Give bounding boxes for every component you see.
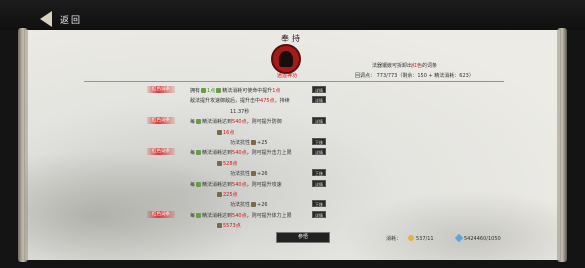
attribute-row: 功法抗性 +25 [230, 139, 268, 146]
row-suffix: ，则可提升击力上限 [246, 150, 292, 157]
attribute-row: 功法抗性 +26 [230, 170, 268, 177]
row-suffix: +26 [257, 202, 268, 209]
row-action-button[interactable]: 详情 [312, 210, 326, 218]
row-action-button[interactable]: 下移 [312, 138, 326, 145]
comprehend-button[interactable]: 参悟 [276, 232, 330, 243]
row-middle: 功法抗性 [230, 140, 251, 146]
row-prefix: 每 [190, 181, 196, 188]
back-label: 返回 [60, 16, 83, 26]
row-action-button[interactable]: 下移 [312, 200, 326, 208]
stat-icon [251, 171, 257, 177]
stat-icon [217, 192, 222, 197]
herb-icon [196, 212, 202, 218]
row-value-red: 540点 [232, 212, 247, 219]
row-suffix: 5573点 [223, 223, 241, 230]
row-middle: 精法消耗达到 [202, 150, 233, 157]
cost-label: 消耗： [386, 236, 402, 242]
row-middle: 精法消耗可使命中提升 [222, 88, 273, 94]
row-suffix: ，则可提升攻速 [246, 181, 282, 188]
row-value-red: 1点 [272, 88, 281, 94]
herb-icon [196, 181, 202, 187]
back-arrow-icon [40, 11, 52, 27]
attribute-row: 拥有 1点 精法消耗可使命中提升1点 [190, 87, 280, 94]
gem-icon [454, 233, 464, 243]
herb-icon [196, 150, 202, 156]
game-screen: 返回 奉持 逍遥神功 法器镶嵌可拆卸出红色的词条 回调点： 773/773（剩余… [0, 0, 585, 268]
gem-cost: 5424460/1050 [454, 233, 501, 243]
row-action-button[interactable]: 详情 [312, 179, 326, 187]
back-button[interactable]: 返回 [40, 10, 86, 28]
row-middle: 功法抗性 [230, 202, 251, 209]
stat-icon [217, 223, 222, 229]
row-suffix: 16点 [223, 129, 235, 136]
seal-name: 逍遥神功 [276, 73, 297, 79]
attribute-row: 敌法提升攻速御敌后，提升击中475点，持续 [190, 97, 290, 104]
row-value-red: 540点 [232, 181, 247, 188]
row-suffix: 225点 [223, 192, 238, 198]
attribute-row: 每精法消耗达到540点，则可提升攻速 [190, 181, 282, 188]
row-action-button[interactable]: 下移 [312, 169, 326, 177]
red-attribute-tag: 红色词条 [147, 210, 175, 218]
coin-cost: 537/11 [408, 235, 434, 242]
row-middle: 11.37秒 [230, 108, 250, 115]
row-action-button[interactable]: 详情 [312, 96, 326, 104]
row-middle: 精法消耗达到 [202, 212, 233, 219]
row-value-red: 475点 [260, 98, 275, 105]
row-suffix: ，则可提升防御 [246, 119, 282, 126]
red-attribute-tag: 红色词条 [147, 117, 175, 125]
attribute-row: 16点 [216, 129, 234, 136]
row-prefix: 拥有 [190, 88, 201, 94]
top-bar: 返回 [0, 0, 585, 30]
attribute-row: 5573点 [216, 222, 241, 229]
row-prefix: 每 [190, 119, 196, 126]
attribute-row: 每精法消耗达到540点，则可提升击力上限 [190, 149, 292, 156]
row-suffix: ，持续 [274, 98, 290, 105]
herb-icon [196, 119, 202, 125]
row-suffix: 528点 [223, 160, 238, 167]
sect-seal-icon [271, 44, 301, 74]
herb-icon [201, 88, 207, 93]
stat-icon [251, 202, 257, 208]
info-line-2: 回调点： 773/773（剩余：150 + 精法消耗：623） [355, 73, 474, 79]
row-prefix: 每 [190, 212, 196, 219]
herb-icon [216, 88, 222, 93]
row-middle: 精法消耗达到 [202, 119, 233, 126]
stat-icon [217, 160, 222, 166]
row-prefix: 每 [190, 150, 196, 157]
attribute-row: 每精法消耗达到540点，则可提升体力上限 [190, 212, 292, 219]
red-attribute-tag: 红色词条 [147, 148, 175, 156]
divider [84, 81, 504, 82]
panel-title: 奉持 [281, 34, 303, 43]
attribute-row: 每精法消耗达到540点，则可提升防御 [190, 118, 282, 125]
row-value-red: 540点 [232, 119, 247, 126]
row-suffix: +26 [257, 171, 268, 178]
row-prefix: 敌法提升攻速御敌后，提升击中 [190, 98, 261, 105]
ink-mist-decoration [340, 190, 560, 260]
row-action-button[interactable]: 详情 [312, 86, 326, 93]
row-action-button[interactable]: 详情 [312, 148, 326, 156]
row-value-green: 1点 [207, 88, 216, 94]
row-action-button[interactable]: 详情 [312, 117, 326, 125]
row-middle: 功法抗性 [230, 171, 251, 178]
coin-icon [408, 235, 414, 241]
attribute-row: 225点 [216, 191, 238, 198]
info-line-1: 法器镶嵌可拆卸出红色的词条 [372, 63, 438, 69]
row-value-red: 540点 [232, 150, 247, 157]
attribute-row: 528点 [216, 160, 238, 167]
attribute-row: 11.37秒 [230, 108, 249, 115]
row-suffix: +25 [257, 140, 268, 146]
attribute-row: 功法抗性 +26 [230, 201, 268, 208]
stat-icon [251, 140, 257, 145]
row-middle: 精法消耗达到 [202, 181, 233, 188]
red-attribute-tag: 红色词条 [147, 86, 175, 93]
stat-icon [217, 129, 222, 135]
row-suffix: ，则可提升体力上限 [246, 212, 292, 219]
